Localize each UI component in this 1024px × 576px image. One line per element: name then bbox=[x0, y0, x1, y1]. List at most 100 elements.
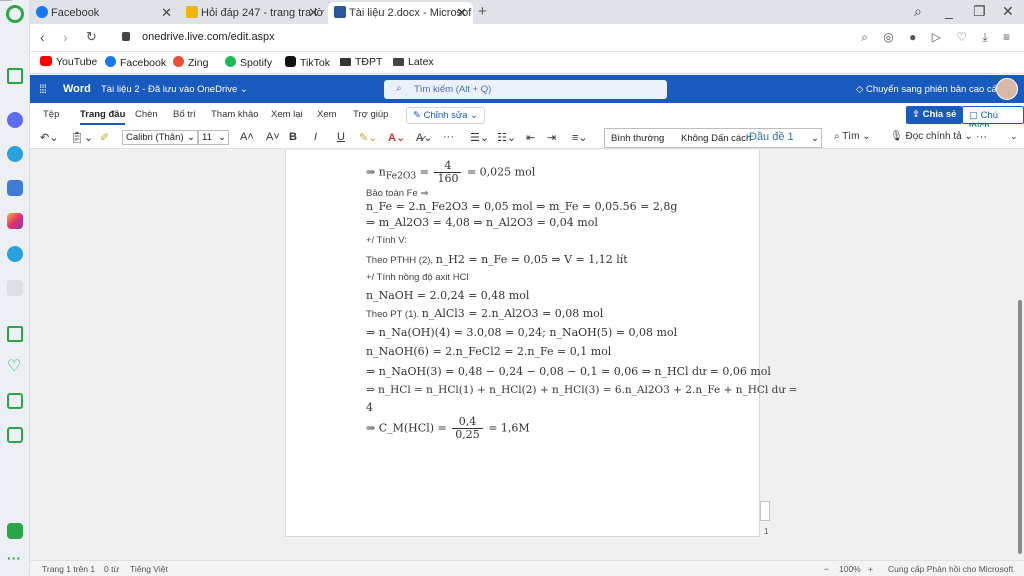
extension-icon[interactable] bbox=[7, 280, 23, 296]
tab-facebook[interactable]: Facebook ✕ bbox=[30, 2, 178, 24]
zoom-out-button[interactable]: − bbox=[824, 564, 829, 574]
more-options-icon[interactable]: ··· bbox=[976, 131, 987, 143]
cube-icon[interactable] bbox=[7, 427, 23, 443]
document-title[interactable]: Tài liệu 2 - Đã lưu vào OneDrive ⌄ bbox=[101, 84, 248, 95]
app-icon[interactable] bbox=[7, 523, 23, 539]
bookmark-youtube[interactable]: YouTube bbox=[40, 56, 97, 68]
new-tab-button[interactable]: + bbox=[478, 3, 487, 20]
comment-button[interactable]: ▢ Chú thích bbox=[962, 106, 1024, 132]
bookmark-zing[interactable]: Zing bbox=[173, 56, 208, 69]
history-icon[interactable] bbox=[7, 393, 23, 409]
share-button[interactable]: ⇪ Chia sẻ bbox=[906, 106, 963, 124]
style-no-spacing[interactable]: Không Dấn cách bbox=[681, 133, 751, 144]
language[interactable]: Tiếng Việt bbox=[130, 564, 168, 574]
bold-icon[interactable]: B bbox=[289, 131, 297, 143]
search-box[interactable]: ⌕ Tìm kiếm (Alt + Q) bbox=[384, 80, 667, 99]
address-tools[interactable]: ⌕ ◎ ● ▷ ♡ ⤓ ≡ bbox=[861, 30, 1016, 45]
tab-review[interactable]: Xem lại bbox=[271, 109, 303, 120]
more-icon[interactable]: ··· bbox=[7, 551, 23, 569]
sidebar-divider bbox=[0, 0, 12, 1]
chevron-down-icon[interactable]: ⌄ bbox=[1010, 131, 1018, 142]
instagram-icon[interactable] bbox=[7, 213, 23, 229]
shopping-icon[interactable] bbox=[7, 68, 23, 84]
document-page[interactable]: ⇒ nFe2O3 = 4 160 = 0,025 mol Bảo toàn Fe … bbox=[285, 150, 797, 537]
bookmark-tiktok[interactable]: TikTok bbox=[285, 56, 330, 69]
speed-dial-icon[interactable] bbox=[7, 326, 23, 342]
zoom-level[interactable]: 100% bbox=[839, 564, 861, 574]
zoom-in-button[interactable]: + bbox=[868, 564, 873, 574]
close-icon[interactable]: ✕ bbox=[456, 5, 467, 21]
bookmark-latex[interactable]: Latex bbox=[393, 56, 434, 68]
heart-icon[interactable]: ♡ bbox=[7, 359, 23, 375]
close-icon[interactable]: ✕ bbox=[161, 5, 172, 21]
doc-text: Theo PTHH (2), bbox=[366, 255, 436, 266]
minimize-icon[interactable]: _ bbox=[945, 3, 953, 19]
app-name[interactable]: Word bbox=[63, 83, 91, 95]
format-painter-icon[interactable]: ✐ bbox=[100, 131, 109, 144]
clipboard-icon[interactable]: 📋︎⌄ bbox=[70, 131, 93, 144]
chevron-down-icon[interactable]: ⌄ bbox=[811, 133, 819, 144]
premium-link[interactable]: ◇ Chuyển sang phiên bản cao cấp bbox=[856, 84, 1002, 95]
decrease-indent-icon[interactable]: ⇤ bbox=[526, 131, 535, 144]
search-icon[interactable]: ⌕ bbox=[914, 3, 922, 20]
forward-icon[interactable]: › bbox=[63, 29, 68, 45]
style-normal[interactable]: Bình thường bbox=[611, 133, 664, 144]
numbering-icon[interactable]: ☷⌄ bbox=[497, 131, 516, 144]
document-canvas: ⇒ nFe2O3 = 4 160 = 0,025 mol Bảo toàn Fe … bbox=[30, 150, 1024, 560]
find-button[interactable]: ⌕ Tìm ⌄ bbox=[834, 131, 871, 142]
vertical-scrollbar[interactable] bbox=[1016, 150, 1024, 560]
tab-home[interactable]: Trang đầu bbox=[80, 109, 126, 125]
italic-icon[interactable]: I bbox=[314, 131, 317, 143]
chevron-down-icon: ⌄ bbox=[218, 132, 226, 143]
scrollbar-thumb[interactable] bbox=[1018, 300, 1022, 554]
tab-layout[interactable]: Bố trí bbox=[173, 109, 196, 120]
tab-help[interactable]: Trợ giúp bbox=[353, 109, 388, 120]
undo-icon[interactable]: ↶⌄ bbox=[40, 131, 58, 144]
reload-icon[interactable]: ↻ bbox=[86, 29, 97, 45]
shrink-font-icon[interactable]: A˅ bbox=[266, 131, 280, 143]
url-field[interactable]: onedrive.live.com/edit.aspx bbox=[142, 31, 275, 43]
status-bar: Trang 1 trên 1 0 từ Tiếng Việt − 100% + … bbox=[30, 560, 1024, 576]
page-thumbnail[interactable] bbox=[760, 501, 770, 521]
tab-view[interactable]: Xem bbox=[317, 109, 337, 120]
word-count[interactable]: 0 từ bbox=[104, 564, 119, 574]
tab-file[interactable]: Tệp bbox=[43, 109, 59, 120]
telegram-icon[interactable] bbox=[7, 146, 23, 162]
font-color-icon[interactable]: A⌄ bbox=[388, 131, 405, 144]
bullets-icon[interactable]: ☰⌄ bbox=[470, 131, 489, 144]
tiktok-icon bbox=[285, 56, 296, 67]
twitter-icon[interactable] bbox=[7, 246, 23, 262]
underline-icon[interactable]: U bbox=[337, 131, 345, 143]
messenger-icon[interactable] bbox=[7, 112, 23, 128]
tab-word[interactable]: Tài liệu 2.docx - Microsof ✕ bbox=[328, 2, 473, 24]
increase-indent-icon[interactable]: ⇥ bbox=[547, 131, 556, 144]
tab-references[interactable]: Tham khảo bbox=[211, 109, 259, 120]
more-options-icon[interactable]: ··· bbox=[443, 131, 454, 143]
vk-icon[interactable] bbox=[7, 180, 23, 196]
align-icon[interactable]: ≡⌄ bbox=[572, 131, 588, 144]
bookmark-facebook[interactable]: Facebook bbox=[105, 56, 166, 69]
dictate-button[interactable]: 🎙︎ Đọc chính tả ⌄ bbox=[890, 131, 973, 142]
highlight-icon[interactable]: ✎⌄ bbox=[359, 131, 377, 144]
page-count[interactable]: Trang 1 trên 1 bbox=[42, 564, 95, 574]
editing-mode-button[interactable]: ✎ Chỉnh sửa ⌄ bbox=[406, 107, 486, 124]
style-heading-1[interactable]: Đầu đề 1 bbox=[749, 131, 794, 143]
bookmark-spotify[interactable]: Spotify bbox=[225, 56, 272, 69]
opera-logo-icon[interactable] bbox=[6, 5, 24, 23]
bookmark-tdpt[interactable]: TĐPT bbox=[340, 56, 382, 68]
math-subscript: Fe2O3 bbox=[385, 170, 417, 182]
tab-insert[interactable]: Chèn bbox=[135, 109, 158, 120]
chevron-down-icon: ⌄ bbox=[187, 132, 195, 143]
feedback-link[interactable]: Cung cấp Phản hồi cho Microsoft bbox=[888, 564, 1013, 574]
clear-format-icon[interactable]: A̷⌄ bbox=[416, 131, 433, 144]
grow-font-icon[interactable]: A˄ bbox=[240, 131, 254, 143]
avatar[interactable] bbox=[996, 78, 1018, 100]
font-size-select[interactable]: 11 ⌄ bbox=[198, 130, 229, 145]
back-icon[interactable]: ‹ bbox=[40, 29, 45, 45]
close-icon[interactable]: ✕ bbox=[308, 5, 319, 21]
tab-hoidap[interactable]: Hỏi đáp 247 - trang tra lờ ✕ bbox=[180, 2, 325, 24]
app-launcher-icon[interactable]: ⁞⁞⁞ bbox=[39, 82, 47, 96]
window-close-icon[interactable]: ✕ bbox=[1002, 3, 1014, 20]
font-name-select[interactable]: Calibri (Thân) ⌄ bbox=[122, 130, 198, 145]
maximize-icon[interactable]: ❐ bbox=[973, 3, 986, 20]
